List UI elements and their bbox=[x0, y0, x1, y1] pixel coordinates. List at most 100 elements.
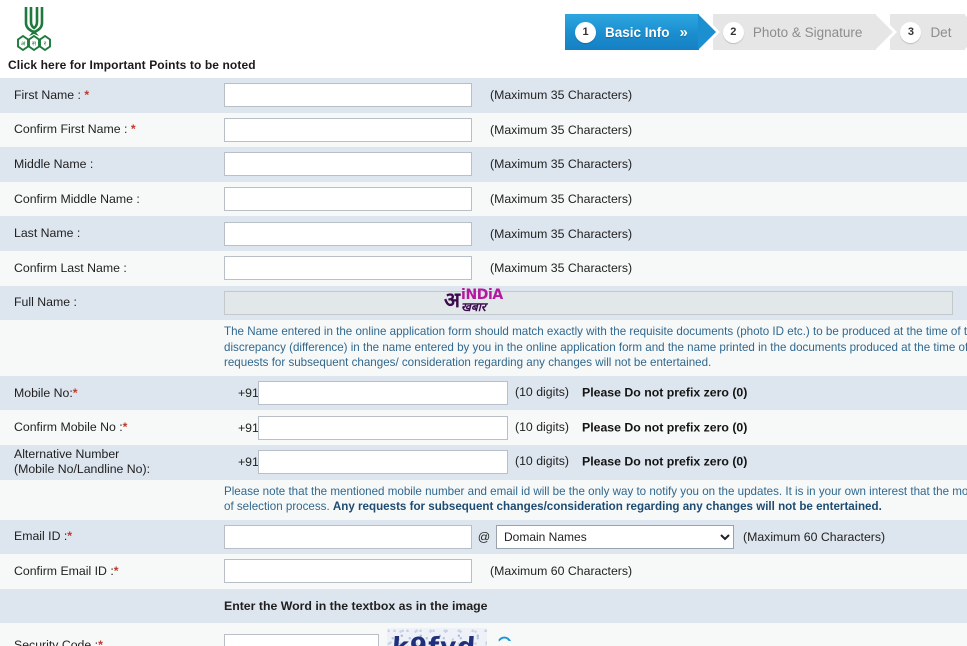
first-name-input[interactable] bbox=[224, 83, 472, 108]
confirm-email-id-label: Confirm Email ID :* bbox=[0, 554, 224, 589]
middle-name-input[interactable] bbox=[224, 152, 472, 177]
mobile-digits-hint: (10 digits) bbox=[515, 385, 569, 400]
required-marker: * bbox=[84, 87, 90, 102]
confirm-mobile-warning: Please Do not prefix zero (0) bbox=[582, 419, 748, 434]
confirm-middle-name-hint: (Maximum 35 Characters) bbox=[482, 181, 967, 217]
full-name-input bbox=[224, 290, 953, 315]
table-row: Last Name : (Maximum 35 Characters) bbox=[0, 216, 967, 251]
confirm-last-name-label: Confirm Last Name : bbox=[0, 250, 224, 286]
confirm-last-name-input[interactable] bbox=[224, 256, 472, 281]
table-row: Email ID :* @ Domain Names (Maximum 60 Cha… bbox=[0, 519, 967, 555]
security-code-input[interactable] bbox=[224, 633, 379, 646]
confirm-first-name-hint: (Maximum 35 Characters) bbox=[482, 112, 967, 148]
alternative-country-prefix: +91 bbox=[238, 455, 259, 470]
step-label: Basic Info bbox=[605, 24, 670, 40]
svg-text:अ: अ bbox=[21, 41, 26, 48]
required-marker: * bbox=[98, 638, 103, 646]
confirm-middle-name-label: Confirm Middle Name : bbox=[0, 181, 224, 217]
label-text-line2: (Mobile No/Landline No): bbox=[14, 462, 151, 477]
confirm-first-name-input[interactable] bbox=[224, 117, 472, 142]
required-marker: * bbox=[130, 122, 136, 137]
step-number: 3 bbox=[900, 21, 922, 43]
step-photo-signature[interactable]: 2 Photo & Signature bbox=[712, 14, 897, 50]
contact-note-row: Please note that the mentioned mobile nu… bbox=[0, 479, 967, 520]
last-name-hint: (Maximum 35 Characters) bbox=[482, 216, 967, 251]
confirm-first-name-label: Confirm First Name : * bbox=[0, 112, 224, 148]
middle-name-hint: (Maximum 35 Characters) bbox=[482, 147, 967, 182]
captcha-text: k9fyd bbox=[391, 632, 477, 646]
email-id-hint: (Maximum 60 Characters) bbox=[743, 529, 886, 544]
note-line: requests for subsequent changes/ conside… bbox=[224, 356, 712, 370]
confirm-email-id-hint: (Maximum 60 Characters) bbox=[482, 554, 967, 589]
name-match-note: The Name entered in the online applicati… bbox=[224, 324, 967, 371]
captcha-instruction: Enter the Word in the textbox as in the … bbox=[224, 588, 967, 624]
svg-text:र: र bbox=[44, 41, 47, 48]
at-symbol: @ bbox=[477, 529, 491, 544]
alternative-number-label: Alternative Number (Mobile No/Landline N… bbox=[0, 444, 224, 480]
label-text: Security Code : bbox=[14, 638, 99, 646]
label-text: Confirm Email ID : bbox=[14, 563, 114, 578]
institution-logo: अ स र bbox=[10, 3, 58, 55]
table-row: Alternative Number (Mobile No/Landline N… bbox=[0, 444, 967, 480]
confirm-middle-name-input[interactable] bbox=[224, 187, 472, 212]
confirm-mobile-no-label: Confirm Mobile No :* bbox=[0, 410, 224, 445]
step-label: Det bbox=[930, 24, 952, 40]
step-number: 1 bbox=[575, 21, 596, 43]
last-name-label: Last Name : bbox=[0, 216, 224, 251]
table-row: Confirm First Name : * (Maximum 35 Chara… bbox=[0, 112, 967, 148]
table-row: Confirm Email ID :* (Maximum 60 Characte… bbox=[0, 554, 967, 589]
captcha-header-row: Enter the Word in the textbox as in the … bbox=[0, 588, 967, 624]
table-row: Confirm Middle Name : (Maximum 35 Charac… bbox=[0, 181, 967, 217]
mobile-no-input[interactable] bbox=[258, 381, 508, 406]
label-text-line1: Alternative Number bbox=[14, 447, 120, 462]
basic-info-form: First Name : * (Maximum 35 Characters) C… bbox=[0, 78, 967, 646]
note-line: discrepancy (difference) in the name ent… bbox=[224, 340, 967, 354]
required-marker: * bbox=[72, 385, 78, 400]
progress-stepper: 1 Basic Info » 2 Photo & Signature 3 Det bbox=[565, 14, 967, 50]
email-domain-select[interactable]: Domain Names bbox=[496, 525, 734, 550]
email-id-label: Email ID :* bbox=[0, 519, 224, 555]
mobile-warning: Please Do not prefix zero (0) bbox=[582, 385, 748, 400]
alternative-number-input[interactable] bbox=[258, 450, 508, 475]
step-details[interactable]: 3 Det bbox=[890, 14, 967, 50]
step-number: 2 bbox=[722, 21, 744, 43]
alternative-digits-hint: (10 digits) bbox=[515, 454, 569, 469]
table-row: Confirm Mobile No :* +91 (10 digits) Pleas… bbox=[0, 410, 967, 445]
svg-text:स: स bbox=[32, 41, 37, 48]
page-header: अ स र Click here for Important Points to… bbox=[0, 0, 967, 78]
full-name-label: Full Name : bbox=[0, 285, 224, 321]
table-row: Confirm Last Name : (Maximum 35 Characte… bbox=[0, 250, 967, 286]
label-text: Confirm First Name : bbox=[14, 122, 128, 137]
middle-name-label: Middle Name : bbox=[0, 147, 224, 182]
step-basic-info[interactable]: 1 Basic Info » bbox=[565, 14, 720, 50]
label-text: Email ID : bbox=[14, 529, 68, 544]
table-row: Full Name : अiNDiA खबार bbox=[0, 285, 967, 321]
step-label: Photo & Signature bbox=[752, 24, 863, 40]
email-id-input[interactable] bbox=[224, 524, 472, 549]
confirm-mobile-no-input[interactable] bbox=[258, 415, 508, 440]
last-name-input[interactable] bbox=[224, 221, 472, 246]
captcha-image: k9fyd bbox=[387, 627, 487, 646]
first-name-hint: (Maximum 35 Characters) bbox=[482, 78, 967, 113]
confirm-mobile-country-prefix: +91 bbox=[238, 420, 259, 435]
required-marker: * bbox=[113, 563, 119, 578]
note-line: The Name entered in the online applicati… bbox=[224, 325, 967, 339]
label-text: Mobile No: bbox=[14, 385, 73, 400]
note-line: of selection process. Any requests for s… bbox=[224, 499, 967, 515]
table-row: Mobile No:* +91 (10 digits) Please Do not … bbox=[0, 375, 967, 411]
confirm-last-name-hint: (Maximum 35 Characters) bbox=[482, 250, 967, 286]
contact-note: Please note that the mentioned mobile nu… bbox=[224, 484, 967, 515]
note-line-plain: of selection process. bbox=[224, 500, 333, 514]
label-text: First Name : bbox=[14, 87, 81, 102]
mobile-no-label: Mobile No:* bbox=[0, 375, 224, 411]
confirm-email-id-input[interactable] bbox=[224, 559, 472, 584]
mobile-country-prefix: +91 bbox=[238, 386, 259, 401]
double-chevron-right-icon: » bbox=[679, 23, 689, 41]
important-points-link[interactable]: Click here for Important Points to be no… bbox=[8, 58, 256, 72]
required-marker: * bbox=[67, 529, 73, 544]
table-row: Middle Name : (Maximum 35 Characters) bbox=[0, 147, 967, 182]
note-line-bold: Any requests for subsequent changes/cons… bbox=[332, 500, 882, 514]
confirm-mobile-digits-hint: (10 digits) bbox=[515, 419, 569, 434]
refresh-icon[interactable] bbox=[494, 634, 514, 646]
name-match-note-row: The Name entered in the online applicati… bbox=[0, 320, 967, 376]
